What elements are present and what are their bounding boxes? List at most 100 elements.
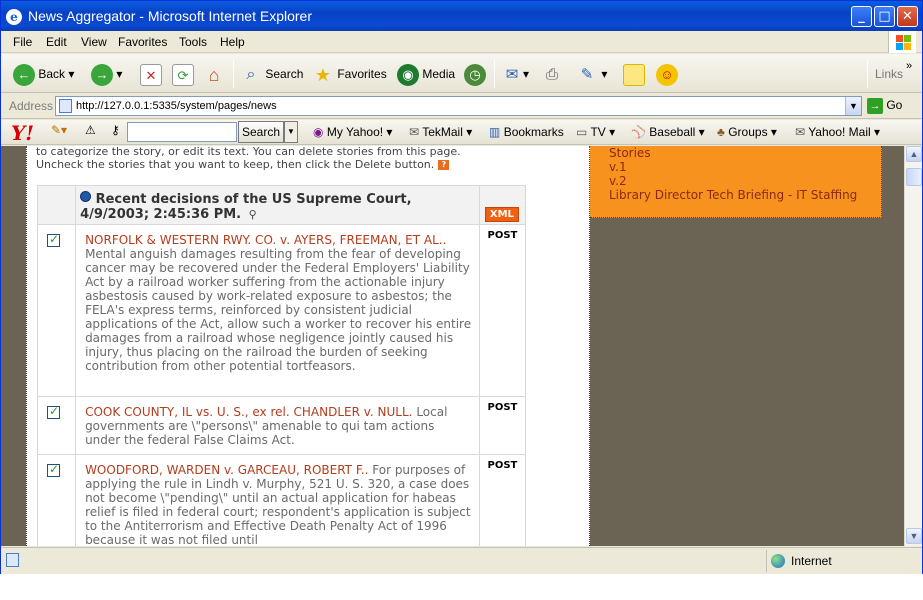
- magnify-icon[interactable]: ⚲: [249, 207, 257, 222]
- address-dropdown-icon[interactable]: ▼: [845, 97, 861, 115]
- menu-file[interactable]: File: [13, 35, 32, 49]
- favorites-button[interactable]: ★ Favorites: [312, 62, 387, 86]
- title-bar: e News Aggregator - Microsoft Internet E…: [1, 1, 922, 31]
- table-row: WOODFORD, WARDEN v. GARCEAU, ROBERT F.. …: [36, 454, 527, 546]
- menu-view[interactable]: View: [81, 35, 107, 49]
- tekmail-button[interactable]: ✉ TekMail ▾: [409, 125, 472, 139]
- minimize-button[interactable]: _: [851, 6, 872, 27]
- address-label: Address: [9, 99, 54, 113]
- my-yahoo-icon: ◉: [313, 125, 324, 139]
- home-button[interactable]: ⌂: [203, 62, 225, 86]
- windows-logo-icon: [888, 31, 916, 53]
- back-arrow-icon: ←: [13, 63, 35, 86]
- maximize-button[interactable]: □: [874, 6, 895, 27]
- messenger-button[interactable]: ☺: [656, 62, 678, 86]
- yahoo-search-button[interactable]: Search: [238, 121, 284, 143]
- links-label[interactable]: Links: [875, 62, 903, 86]
- go-arrow-icon: →: [867, 98, 883, 114]
- sidebar-item-v2[interactable]: v.2: [609, 174, 881, 188]
- post-button[interactable]: POST: [480, 397, 525, 413]
- refresh-button[interactable]: ⟳: [172, 62, 194, 86]
- channel-header-row: Recent decisions of the US Supreme Court…: [36, 185, 527, 225]
- yahoo-logo[interactable]: Y!: [11, 121, 34, 145]
- refresh-icon: ⟳: [172, 63, 194, 86]
- help-icon[interactable]: ?: [438, 160, 450, 170]
- note-icon: [623, 63, 645, 86]
- search-icon: ⌕: [246, 65, 256, 83]
- story-checkbox[interactable]: [47, 232, 60, 247]
- groups-button[interactable]: ♣ Groups ▾: [717, 125, 777, 139]
- menu-help[interactable]: Help: [220, 35, 245, 49]
- security-zone: Internet: [766, 550, 918, 572]
- yahoo-search-input[interactable]: [127, 122, 237, 142]
- story-title[interactable]: NORFOLK & WESTERN RWY. CO. v. AYERS, FRE…: [85, 233, 446, 247]
- close-button[interactable]: ✕: [897, 6, 918, 27]
- bookmarks-icon: ▥: [489, 125, 501, 139]
- channel-globe-icon: [80, 191, 92, 202]
- baseball-icon: ⚾: [631, 125, 646, 139]
- go-button[interactable]: → Go: [867, 98, 902, 114]
- media-globe-icon: ◉: [397, 63, 419, 86]
- page-icon: [59, 99, 72, 113]
- sidebar-panel: Stories v.1 v.2 Library Director Tech Br…: [590, 146, 882, 218]
- highlight-pen-icon[interactable]: ✎▾: [51, 123, 67, 137]
- browser-window: e News Aggregator - Microsoft Internet E…: [0, 0, 923, 574]
- news-table: Recent decisions of the US Supreme Court…: [36, 185, 527, 546]
- menu-favorites[interactable]: Favorites: [118, 35, 167, 49]
- alert-icon[interactable]: ⚠: [85, 123, 96, 137]
- menu-edit[interactable]: Edit: [46, 35, 67, 49]
- tv-icon: ▭: [576, 125, 588, 139]
- intro-text: to categorize the story, or edit its tex…: [36, 146, 461, 171]
- search-button[interactable]: ⌕ Search: [240, 62, 304, 86]
- menu-tools[interactable]: Tools: [179, 35, 207, 49]
- sidebar-item-library-director[interactable]: Library Director Tech Briefing - IT Staf…: [609, 188, 881, 202]
- back-button[interactable]: ← Back ▾: [13, 62, 74, 86]
- history-button[interactable]: ◷: [464, 62, 486, 86]
- standard-toolbar: ← Back ▾ → ▾ ✕ ⟳ ⌂ ⌕ Search ★ Favorites …: [1, 54, 922, 93]
- address-url[interactable]: http://127.0.0.1:5335/system/pages/news: [76, 100, 277, 112]
- media-button[interactable]: ◉ Media: [397, 62, 455, 86]
- scroll-down-icon[interactable]: ▼: [906, 528, 922, 544]
- my-yahoo-button[interactable]: ◉ My Yahoo! ▾: [313, 125, 392, 139]
- links-chevron-icon[interactable]: »: [906, 54, 912, 78]
- forward-button[interactable]: → ▾: [91, 62, 122, 86]
- discuss-button[interactable]: [623, 62, 645, 86]
- post-button[interactable]: POST: [480, 455, 525, 471]
- edit-button[interactable]: ✎ ▾: [576, 62, 608, 86]
- table-row: COOK COUNTY, IL vs. U. S., ex rel. CHAND…: [36, 396, 527, 455]
- post-button[interactable]: POST: [480, 225, 525, 241]
- history-icon: ◷: [464, 63, 486, 86]
- print-button[interactable]: ⎙: [541, 62, 563, 86]
- channel-title[interactable]: Recent decisions of the US Supreme Court…: [80, 192, 412, 222]
- scroll-thumb[interactable]: [906, 168, 922, 186]
- yahoo-messenger-icon: ☺: [656, 63, 678, 86]
- print-icon: ⎙: [545, 65, 558, 83]
- story-checkbox[interactable]: [47, 462, 60, 477]
- yahoo-toolbar: Y! ✎▾ ⚠ ⚷ Search ▼ ◉ My Yahoo! ▾ ✉ TekMa…: [1, 120, 922, 145]
- page-status-icon: [6, 553, 19, 567]
- story-checkbox[interactable]: [47, 404, 60, 419]
- scroll-up-icon[interactable]: ▲: [906, 146, 922, 162]
- key-icon[interactable]: ⚷: [111, 123, 120, 137]
- groups-icon: ♣: [717, 125, 725, 139]
- address-input[interactable]: http://127.0.0.1:5335/system/pages/news …: [55, 96, 862, 116]
- stop-button[interactable]: ✕: [140, 62, 162, 86]
- stop-icon: ✕: [140, 63, 162, 86]
- yahoo-mail-button[interactable]: ✉ Yahoo! Mail ▾: [795, 125, 880, 139]
- home-icon: ⌂: [208, 64, 220, 85]
- story-body: Mental anguish damages resulting from th…: [85, 247, 472, 373]
- vertical-scrollbar[interactable]: ▲ ▼: [904, 146, 922, 546]
- story-title[interactable]: COOK COUNTY, IL vs. U. S., ex rel. CHAND…: [85, 405, 412, 419]
- mail-button[interactable]: ✉ ▾: [501, 62, 529, 86]
- bookmarks-button[interactable]: ▥ Bookmarks: [489, 125, 564, 139]
- mail-icon: ✉: [795, 125, 806, 139]
- tv-button[interactable]: ▭ TV ▾: [576, 125, 615, 139]
- yahoo-search-dropdown[interactable]: ▼: [284, 121, 298, 143]
- sidebar-item-v1[interactable]: v.1: [609, 160, 881, 174]
- sidebar-item-stories[interactable]: Stories: [609, 146, 881, 160]
- xml-badge[interactable]: XML: [484, 207, 519, 222]
- story-title[interactable]: WOODFORD, WARDEN v. GARCEAU, ROBERT F..: [85, 463, 368, 477]
- mail-icon: ✉: [505, 65, 519, 83]
- baseball-button[interactable]: ⚾ Baseball ▾: [631, 125, 705, 139]
- internet-globe-icon: [771, 554, 785, 568]
